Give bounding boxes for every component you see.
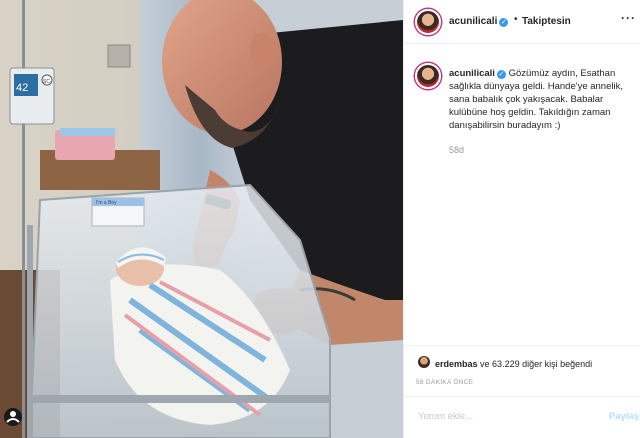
monitor-label: SC bbox=[43, 79, 50, 85]
crib-card-text: I'm a Boy bbox=[96, 200, 117, 206]
monitor-reading: 42 bbox=[16, 82, 28, 94]
follow-status-button[interactable]: Takiptesin bbox=[522, 16, 571, 27]
author-avatar[interactable] bbox=[415, 9, 441, 35]
likes-summary[interactable]: erdembas ve 63.229 diğer kişi beğendi bbox=[435, 359, 592, 369]
post-photo[interactable]: 42 SC I'm a Boy bbox=[0, 0, 403, 438]
comment-input[interactable]: Yorum ekle... bbox=[418, 411, 473, 422]
caption-time[interactable]: 58d bbox=[449, 145, 464, 155]
newborn-hospital-photo: 42 SC I'm a Boy bbox=[0, 0, 403, 438]
likes-count-text[interactable]: ve 63.229 diğer kişi beğendi bbox=[480, 359, 592, 369]
likes-section bbox=[404, 345, 640, 346]
header-separator: • bbox=[514, 14, 518, 25]
liker-username[interactable]: erdembas bbox=[435, 359, 478, 369]
caption-username[interactable]: acunilicali bbox=[449, 68, 495, 79]
post-comment-button[interactable]: Paylaş bbox=[609, 411, 639, 422]
post-side-panel: acunilicali ✓ • Takiptesin ··· acunilical… bbox=[403, 0, 640, 438]
verified-badge-icon: ✓ bbox=[499, 18, 509, 27]
post-caption: acunilicali ✓ Gözümüz aydın, Esathan sağl… bbox=[449, 67, 634, 132]
post-timestamp[interactable]: 58 DAKİKA ÖNCE bbox=[416, 379, 473, 386]
post-header: acunilicali ✓ • Takiptesin ··· bbox=[404, 0, 640, 44]
caption-verified-badge-icon: ✓ bbox=[496, 70, 506, 79]
more-options-icon[interactable]: ··· bbox=[621, 11, 636, 25]
author-username[interactable]: acunilicali ✓ bbox=[449, 16, 509, 27]
liker-avatar[interactable] bbox=[418, 356, 430, 368]
caption-author-avatar[interactable] bbox=[415, 63, 441, 89]
